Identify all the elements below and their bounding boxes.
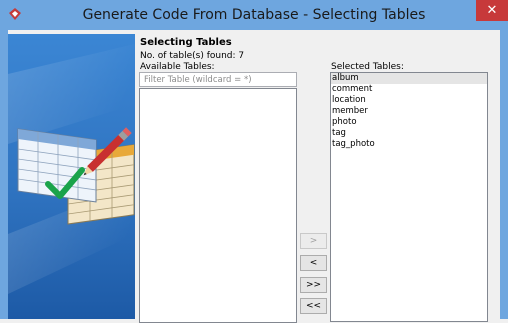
remove-all-tables-button[interactable]: << [300,298,327,314]
list-item-tag-photo[interactable]: tag_photo [331,139,487,150]
title-bar: Generate Code From Database - Selecting … [0,0,508,30]
add-all-tables-button[interactable]: >> [300,277,327,293]
filter-table-input[interactable]: Filter Table (wildcard = *) [139,72,297,87]
close-icon: ✕ [486,3,498,18]
table-count-label: No. of table(s) found: 7 [140,51,245,61]
list-item-member[interactable]: member [331,106,487,117]
close-button[interactable]: ✕ [476,0,508,21]
list-item-location[interactable]: location [331,95,487,106]
add-table-button[interactable]: > [300,233,327,249]
list-item-comment[interactable]: comment [331,84,487,95]
list-item-album[interactable]: album [331,73,487,84]
selected-tables-label: Selected Tables: [331,62,404,72]
selected-tables-list[interactable]: album comment location member photo tag … [330,72,488,322]
remove-table-button[interactable]: < [300,255,327,271]
window-border-right [500,30,508,319]
wizard-banner-image [8,34,135,319]
page-heading: Selecting Tables [140,37,232,48]
list-item-tag[interactable]: tag [331,128,487,139]
available-tables-label: Available Tables: [140,62,215,72]
window-border-left [0,30,8,319]
available-tables-list[interactable] [139,88,297,323]
list-item-photo[interactable]: photo [331,117,487,128]
window-title: Generate Code From Database - Selecting … [82,7,426,23]
